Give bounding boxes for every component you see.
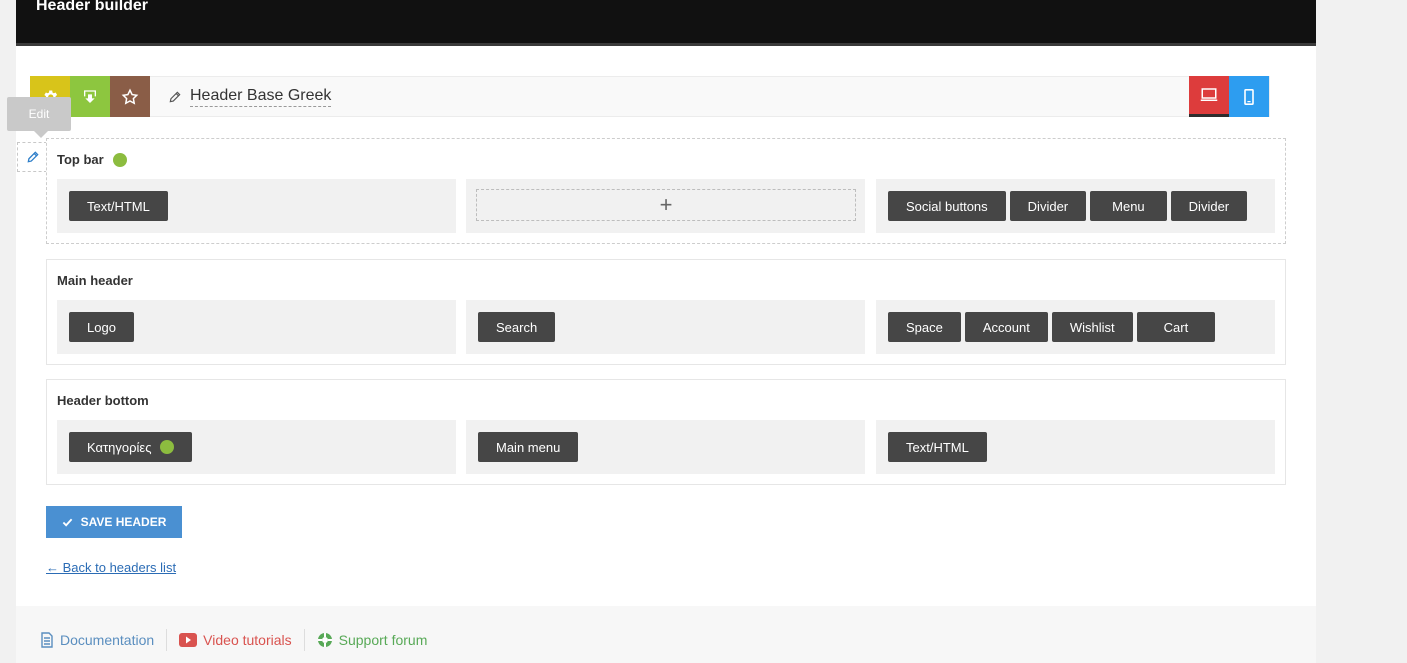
check-icon bbox=[62, 518, 72, 527]
column-left: Logo bbox=[57, 300, 456, 354]
footer: Documentation Video tutorials Support fo… bbox=[16, 606, 1316, 663]
support-forum-link[interactable]: Support forum bbox=[317, 632, 440, 648]
lifebuoy-icon bbox=[317, 633, 332, 647]
divider bbox=[303, 629, 305, 651]
row-title: Main header bbox=[57, 273, 133, 288]
element-chip[interactable]: Κατηγορίες bbox=[69, 432, 193, 462]
element-chip[interactable]: Search bbox=[478, 312, 556, 342]
element-chip[interactable]: Logo bbox=[69, 312, 134, 342]
edit-row-button[interactable] bbox=[17, 142, 47, 172]
element-chip[interactable]: Main menu bbox=[478, 432, 579, 462]
pencil-icon bbox=[27, 151, 39, 163]
phone-icon bbox=[1244, 88, 1254, 105]
documentation-link[interactable]: Documentation bbox=[40, 632, 166, 648]
column-right: Text/HTML bbox=[876, 420, 1275, 474]
column-center: Main menu bbox=[466, 420, 865, 474]
element-chip[interactable]: Text/HTML bbox=[888, 432, 987, 462]
page-title: Header builder bbox=[36, 0, 149, 14]
element-chip[interactable]: Menu bbox=[1090, 191, 1167, 221]
youtube-icon bbox=[179, 633, 198, 647]
add-element-button[interactable]: + bbox=[476, 189, 856, 221]
header-name[interactable]: Header Base Greek bbox=[190, 86, 332, 107]
divider bbox=[166, 629, 168, 651]
row-title: Top bar bbox=[57, 152, 127, 167]
status-dot bbox=[112, 152, 127, 167]
laptop-icon bbox=[1200, 88, 1218, 101]
element-chip[interactable]: Space bbox=[888, 312, 961, 342]
favorite-button[interactable] bbox=[110, 76, 150, 117]
row-header-bottom[interactable]: Header bottom Κατηγορίες Main menu Text/… bbox=[46, 379, 1286, 485]
header-name-editor[interactable]: Header Base Greek bbox=[168, 86, 332, 107]
element-chip[interactable]: Social buttons bbox=[888, 191, 1006, 221]
row-main-header[interactable]: Main header Logo Search Space Account Wi… bbox=[46, 259, 1286, 365]
element-chip[interactable]: Divider bbox=[1009, 191, 1087, 221]
element-chip[interactable]: Text/HTML bbox=[69, 191, 168, 221]
row-title: Header bottom bbox=[57, 393, 149, 408]
mobile-view-button[interactable] bbox=[1229, 76, 1269, 117]
pencil-icon bbox=[169, 91, 181, 102]
video-tutorials-link[interactable]: Video tutorials bbox=[179, 632, 303, 648]
download-icon bbox=[84, 89, 96, 103]
status-dot bbox=[160, 440, 175, 454]
save-header-button[interactable]: SAVE HEADER bbox=[46, 506, 182, 538]
element-chip[interactable]: Wishlist bbox=[1051, 312, 1133, 342]
column-center: Search bbox=[466, 300, 865, 354]
back-to-headers-link[interactable]: ← Back to headers list bbox=[46, 560, 176, 575]
element-chip[interactable]: Divider bbox=[1170, 191, 1248, 221]
element-chip[interactable]: Cart bbox=[1136, 312, 1216, 342]
desktop-view-button[interactable] bbox=[1189, 76, 1229, 117]
row-top-bar[interactable]: Top bar Text/HTML + Social buttons Divid… bbox=[46, 138, 1286, 244]
star-icon bbox=[121, 88, 139, 105]
top-header-bar: Header builder bbox=[16, 0, 1316, 46]
import-button[interactable] bbox=[70, 76, 110, 117]
column-left: Text/HTML bbox=[57, 179, 456, 233]
edit-tooltip: Edit bbox=[7, 97, 71, 138]
header-toolbar: Header Base Greek bbox=[30, 76, 1270, 117]
column-left: Κατηγορίες bbox=[57, 420, 456, 474]
column-center: + bbox=[466, 179, 865, 233]
column-right: Space Account Wishlist Cart bbox=[876, 300, 1275, 354]
element-chip[interactable]: Account bbox=[964, 312, 1048, 342]
column-right: Social buttons Divider Menu Divider bbox=[876, 179, 1275, 233]
document-icon bbox=[41, 632, 53, 648]
